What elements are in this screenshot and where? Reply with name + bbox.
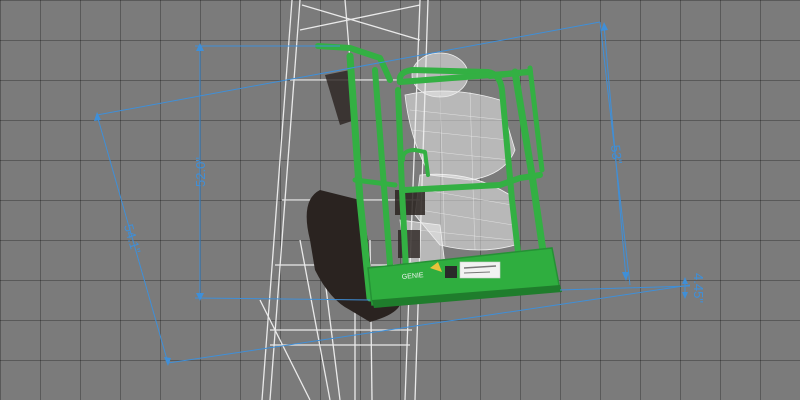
diagonal-left-label: 54.1" bbox=[121, 222, 144, 255]
height-left-label: 52.0" bbox=[193, 157, 208, 187]
basket-floor-panel bbox=[367, 247, 562, 308]
scene-svg[interactable]: GENIE 52.0" 53" 54.1" 4.45" bbox=[0, 0, 800, 400]
depth-right-label: 4.45" bbox=[691, 273, 706, 303]
dimension-arrowheads bbox=[94, 22, 688, 366]
3d-viewport[interactable]: GENIE 52.0" 53" 54.1" 4.45" bbox=[0, 0, 800, 400]
height-right-label: 53" bbox=[608, 144, 625, 165]
